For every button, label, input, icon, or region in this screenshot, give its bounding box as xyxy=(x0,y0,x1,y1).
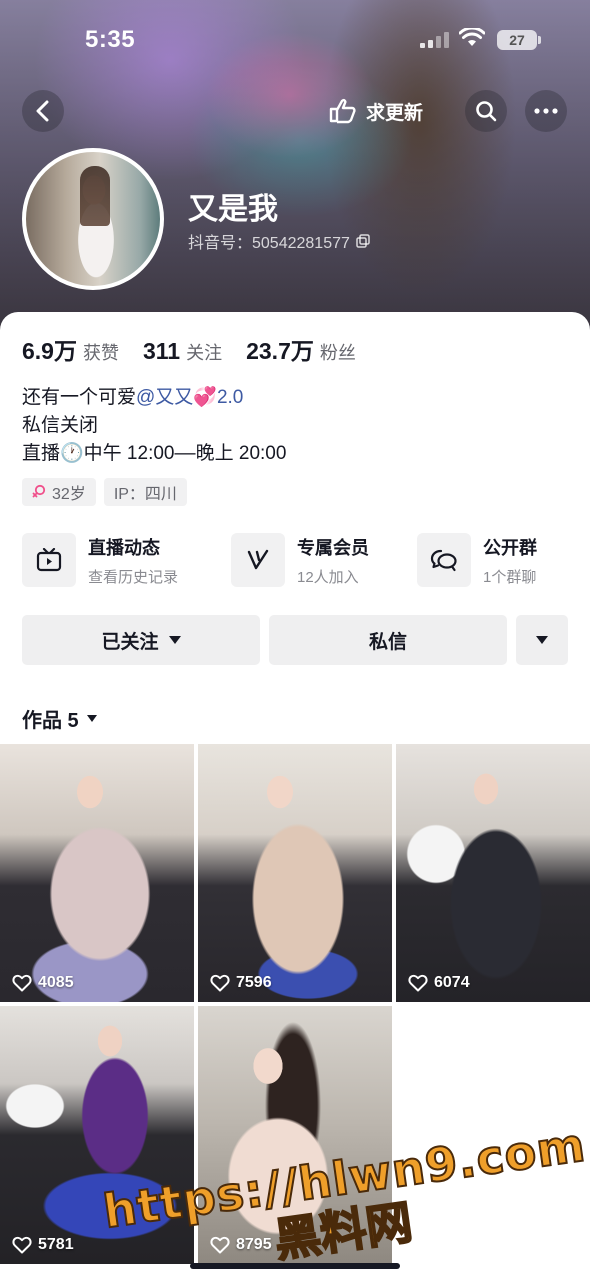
chevron-left-icon xyxy=(36,100,49,122)
like-count: 5781 xyxy=(12,1236,74,1254)
followed-button[interactable]: 已关注 xyxy=(22,615,260,665)
followed-label: 已关注 xyxy=(101,631,159,653)
stat-value: 23.7万 xyxy=(246,338,314,364)
account-id-row[interactable]: 抖音号：50542281577 xyxy=(188,229,370,253)
request-update-label: 求更新 xyxy=(366,102,424,124)
like-count-value: 7596 xyxy=(236,974,272,991)
caret-down-icon xyxy=(536,636,548,644)
like-count-value: 4085 xyxy=(38,974,74,991)
age-tag: 32岁 xyxy=(22,478,96,506)
bio-text: 还有一个可爱 xyxy=(22,387,137,408)
top-bar: 求更新 xyxy=(0,86,590,138)
message-button[interactable]: 私信 xyxy=(269,615,507,665)
bio-line-2: 私信关闭 xyxy=(22,415,99,436)
search-icon xyxy=(476,101,497,122)
cellular-signal-icon xyxy=(420,32,450,48)
female-icon xyxy=(32,484,46,498)
mention-link[interactable]: @又又💞2.0 xyxy=(136,387,243,408)
like-count: 6074 xyxy=(408,974,470,992)
tags-row: 32岁 IP：四川 xyxy=(22,478,187,506)
feature-title: 直播动态 xyxy=(88,537,160,558)
bio: 还有一个可爱@又又💞2.0 私信关闭 直播🕐中午 12:00––晚上 20:00 xyxy=(22,384,286,468)
avatar[interactable] xyxy=(22,148,164,290)
like-count-value: 6074 xyxy=(434,974,470,991)
account-id: 抖音号：50542281577 xyxy=(188,235,350,252)
video-thumbnail[interactable]: 6074 xyxy=(396,744,590,1002)
profile-name: 又是我 xyxy=(188,193,278,226)
feature-title: 专属会员 xyxy=(297,537,369,558)
works-label: 作品 5 xyxy=(22,710,79,732)
like-count: 8795 xyxy=(210,1236,272,1254)
like-count: 7596 xyxy=(210,974,272,992)
stat-label: 关注 xyxy=(186,343,223,363)
heart-icon xyxy=(408,974,428,992)
works-tab[interactable]: 作品 5 xyxy=(22,704,97,733)
status-time: 5:35 xyxy=(85,26,136,53)
feature-subtitle: 查看历史记录 xyxy=(88,568,179,586)
like-count-value: 5781 xyxy=(38,1236,74,1253)
stat-following[interactable]: 311 关注 xyxy=(143,338,222,365)
search-button[interactable] xyxy=(465,90,507,132)
feature-live-history[interactable]: 直播动态 查看历史记录 xyxy=(22,532,178,588)
more-options-button[interactable] xyxy=(516,615,568,665)
ip-tag: IP：四川 xyxy=(103,478,187,506)
bio-line-1: 还有一个可爱@又又💞2.0 xyxy=(22,384,286,412)
request-update-button[interactable]: 求更新 xyxy=(328,92,423,130)
stat-likes: 6.9万 获赞 xyxy=(22,332,119,366)
stat-label: 粉丝 xyxy=(319,343,356,363)
video-thumbnail[interactable]: 7596 xyxy=(198,744,392,1002)
action-buttons: 已关注 私信 xyxy=(22,615,568,665)
more-button[interactable] xyxy=(525,90,567,132)
feature-icon-box xyxy=(22,533,76,587)
stat-value: 311 xyxy=(142,338,181,364)
feature-public-group[interactable]: 公开群 1个群聊 xyxy=(417,532,537,588)
home-indicator xyxy=(190,1263,400,1269)
copy-icon[interactable] xyxy=(356,234,370,248)
heart-icon xyxy=(12,1236,32,1254)
hand-point-icon xyxy=(329,98,356,124)
stat-value: 6.9万 xyxy=(22,338,77,364)
chat-icon xyxy=(430,549,457,572)
feature-subtitle: 12人加入 xyxy=(297,568,359,586)
ip-label: IP：四川 xyxy=(113,486,177,503)
stats-row: 6.9万 获赞 311 关注 23.7万 粉丝 xyxy=(22,332,356,366)
feature-membership[interactable]: 专属会员 12人加入 xyxy=(231,532,369,588)
feature-subtitle: 1个群聊 xyxy=(483,568,537,586)
stat-label: 获赞 xyxy=(82,343,119,363)
status-bar: 5:35 27 xyxy=(0,0,590,80)
like-count: 4085 xyxy=(12,974,74,992)
tv-icon xyxy=(36,548,62,572)
stat-followers[interactable]: 23.7万 粉丝 xyxy=(246,332,356,366)
heart-icon xyxy=(12,974,32,992)
heart-icon xyxy=(210,1236,230,1254)
v-icon xyxy=(247,549,269,570)
features-row: 直播动态 查看历史记录 专属会员 12人加入 公开群 1个群聊 xyxy=(22,532,582,588)
bio-line-3: 直播🕐中午 12:00––晚上 20:00 xyxy=(22,443,287,464)
back-button[interactable] xyxy=(22,90,64,132)
more-dots-icon xyxy=(534,108,558,114)
caret-down-icon xyxy=(168,636,181,644)
message-label: 私信 xyxy=(368,631,407,653)
video-thumbnail[interactable]: 4085 xyxy=(0,744,194,1002)
caret-down-icon xyxy=(86,715,97,722)
feature-icon-box xyxy=(231,533,285,587)
wifi-icon xyxy=(459,28,485,46)
feature-title: 公开群 xyxy=(483,537,537,558)
feature-icon-box xyxy=(417,533,471,587)
age-label: 32岁 xyxy=(52,486,86,503)
battery-icon: 27 xyxy=(497,30,541,50)
heart-icon xyxy=(210,974,230,992)
like-count-value: 8795 xyxy=(236,1236,272,1253)
